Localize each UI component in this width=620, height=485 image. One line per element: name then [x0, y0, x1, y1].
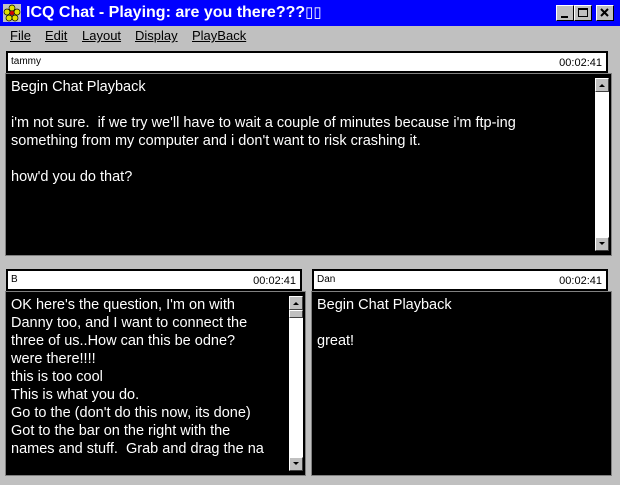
user-name: B	[11, 274, 18, 285]
timestamp: 00:02:41	[559, 57, 602, 69]
menu-layout[interactable]: Layout	[82, 27, 121, 44]
menu-file-label: File	[10, 28, 31, 43]
menu-display-label: Display	[135, 28, 178, 43]
user-name: tammy	[11, 56, 41, 67]
timestamp: 00:02:41	[559, 275, 602, 287]
title-unprintable-marks: ▯▯	[305, 4, 322, 21]
scroll-down-button[interactable]	[595, 237, 609, 251]
menu-layout-label: Layout	[82, 28, 122, 43]
minimize-button[interactable]	[556, 5, 574, 21]
close-button[interactable]	[596, 5, 614, 21]
menu-playback-label: PlayBack	[192, 28, 247, 43]
chat-text: Begin Chat Playback i'm not sure. if we …	[11, 79, 516, 185]
arrow-up-icon	[293, 302, 299, 305]
menu-playback[interactable]: PlayBack	[192, 27, 246, 44]
user-name: Dan	[317, 274, 336, 285]
chat-pane-b[interactable]: OK here's the question, I'm on with Dann…	[5, 291, 306, 476]
window-title: ICQ Chat - Playing: are you there???▯▯	[26, 3, 322, 23]
scroll-up-button[interactable]	[289, 296, 303, 310]
maximize-button[interactable]	[574, 5, 592, 21]
menu-edit-label: Edit	[45, 28, 68, 43]
arrow-up-icon	[599, 84, 605, 87]
title-bar[interactable]: ICQ Chat - Playing: are you there???▯▯	[0, 0, 620, 26]
user-name-bar-b: B 00:02:41	[6, 269, 302, 291]
close-icon	[600, 8, 609, 17]
icq-flower-icon[interactable]	[3, 4, 21, 22]
arrow-down-icon	[293, 462, 299, 465]
scroll-down-button[interactable]	[289, 457, 303, 471]
menu-edit[interactable]: Edit	[45, 27, 67, 44]
vertical-scrollbar[interactable]	[289, 296, 303, 471]
vertical-scrollbar[interactable]	[595, 78, 609, 251]
chat-pane-tammy[interactable]: Begin Chat Playback i'm not sure. if we …	[5, 73, 612, 256]
minimize-icon	[561, 16, 568, 18]
chat-pane-dan[interactable]: Begin Chat Playback great!	[311, 291, 612, 476]
scroll-thumb[interactable]	[289, 310, 303, 318]
arrow-down-icon	[599, 242, 605, 245]
menu-bar: File Edit Layout Display PlayBack	[0, 26, 620, 45]
user-name-bar-tammy: tammy 00:02:41	[6, 51, 608, 73]
chat-text: Begin Chat Playback great!	[317, 297, 452, 349]
chat-text: OK here's the question, I'm on with Dann…	[11, 297, 264, 457]
scroll-up-button[interactable]	[595, 78, 609, 92]
user-name-bar-dan: Dan 00:02:41	[312, 269, 608, 291]
menu-display[interactable]: Display	[135, 27, 178, 44]
window-title-text: ICQ Chat - Playing: are you there???	[26, 4, 306, 21]
timestamp: 00:02:41	[253, 275, 296, 287]
menu-file[interactable]: File	[10, 27, 31, 44]
maximize-icon	[578, 8, 588, 17]
